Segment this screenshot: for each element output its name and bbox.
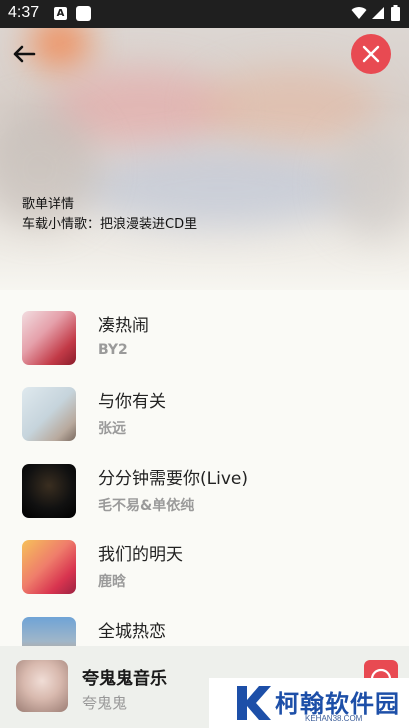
player-author: 夸鬼鬼 — [82, 694, 128, 712]
close-button[interactable] — [351, 34, 391, 74]
song-title: 凑热闹 — [98, 316, 149, 336]
song-artist: BY2 — [98, 342, 128, 358]
notification-a-icon: A — [54, 7, 67, 20]
player-title: 夸鬼鬼音乐 — [82, 669, 167, 689]
song-title: 全城热恋 — [98, 622, 166, 642]
watermark-url: KEHAN38.COM — [305, 714, 363, 723]
song-artist: 毛不易&单依纯 — [98, 498, 195, 514]
song-title: 与你有关 — [98, 392, 166, 412]
playlist-subtitle: 车载小情歌：把浪漫装进CD里 — [22, 217, 198, 232]
signal-icon — [372, 7, 384, 19]
song-cover — [22, 387, 76, 441]
back-arrow-icon[interactable] — [10, 40, 38, 68]
song-row[interactable]: 全城热恋 — [0, 617, 409, 646]
song-artist: 鹿晗 — [98, 574, 126, 590]
status-bar: 4:37 A — [0, 0, 409, 28]
song-cover — [22, 540, 76, 594]
watermark-logo-icon — [237, 686, 271, 720]
song-list[interactable]: 凑热闹 BY2 与你有关 张远 分分钟需要你(Live) 毛不易&单依纯 我们的… — [0, 300, 409, 646]
song-row[interactable]: 与你有关 张远 — [0, 387, 409, 457]
song-row[interactable]: 凑热闹 BY2 — [0, 311, 409, 381]
song-cover — [22, 464, 76, 518]
song-row[interactable]: 分分钟需要你(Live) 毛不易&单依纯 — [0, 464, 409, 534]
playlist-header: 歌单详情 车载小情歌：把浪漫装进CD里 — [0, 28, 409, 290]
hero-blur-right — [330, 128, 409, 238]
battery-icon — [391, 5, 400, 21]
close-icon — [362, 45, 380, 63]
song-cover — [22, 617, 76, 646]
page-title: 歌单详情 — [22, 197, 75, 212]
player-avatar — [16, 660, 68, 712]
wifi-icon — [351, 7, 367, 20]
status-time: 4:37 — [8, 4, 40, 21]
song-title: 分分钟需要你(Live) — [98, 469, 248, 489]
notification-square-icon — [76, 6, 91, 21]
hero-blur-orange — [30, 28, 90, 68]
song-title: 我们的明天 — [98, 545, 183, 565]
song-row[interactable]: 我们的明天 鹿晗 — [0, 540, 409, 610]
song-cover — [22, 311, 76, 365]
song-artist: 张远 — [98, 421, 126, 437]
watermark: 柯翰软件园 KEHAN38.COM — [209, 678, 409, 728]
